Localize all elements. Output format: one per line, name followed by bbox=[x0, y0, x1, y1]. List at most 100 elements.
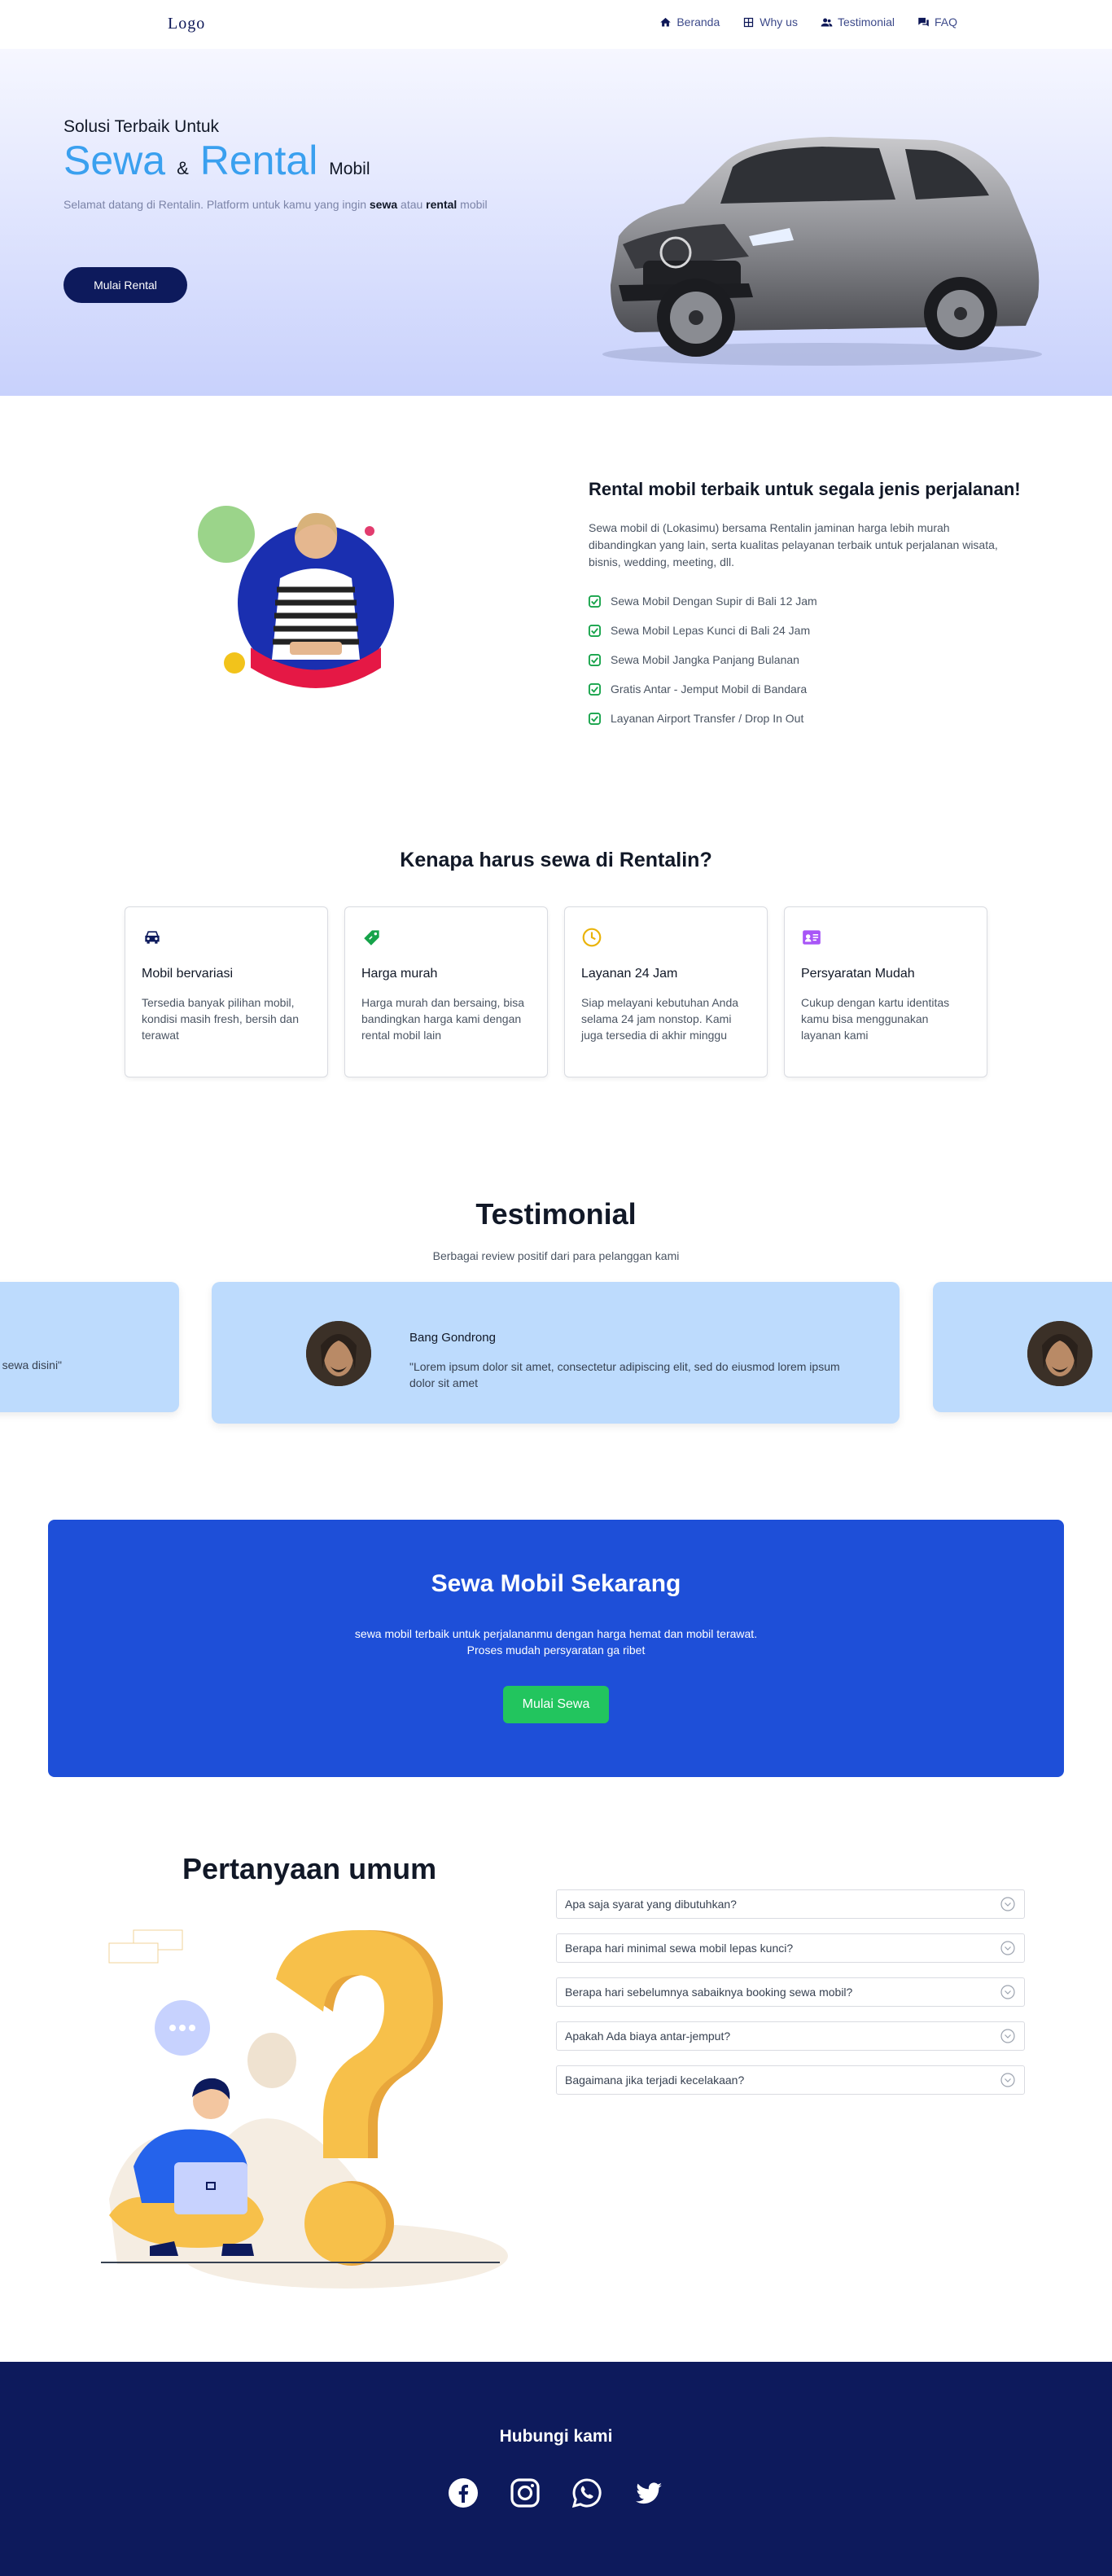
nav-link-beranda[interactable]: Beranda bbox=[659, 15, 720, 29]
why-card-desc: Harga murah dan bersaing, bisa bandingka… bbox=[361, 996, 525, 1042]
about-benefit-list: Sewa Mobil Dengan Supir di Bali 12 Jam S… bbox=[589, 586, 817, 733]
faq-title: Pertanyaan umum bbox=[182, 1852, 437, 1885]
whatsapp-icon bbox=[571, 2478, 602, 2508]
avatar bbox=[306, 1321, 371, 1386]
faq-question: Berapa hari sebelumnya sabaiknya booking… bbox=[565, 1986, 853, 1999]
hero-ampersand: & bbox=[177, 158, 189, 178]
list-item-label: Sewa Mobil Lepas Kunci di Bali 24 Jam bbox=[611, 624, 811, 637]
footer: Hubungi kami bbox=[0, 2362, 1112, 2576]
check-icon bbox=[589, 682, 601, 696]
hero-desc-text: mobil bbox=[457, 198, 488, 211]
chevron-down-icon[interactable] bbox=[1000, 2028, 1016, 2044]
whatsapp-link[interactable] bbox=[571, 2477, 602, 2508]
why-us-title: Kenapa harus sewa di Rentalin? bbox=[400, 849, 712, 871]
faq-question: Apakah Ada biaya antar-jemput? bbox=[565, 2030, 731, 2043]
testimonial-card-next[interactable] bbox=[933, 1282, 1112, 1412]
start-rental-button[interactable]: Mulai Rental bbox=[63, 267, 187, 303]
clock-icon bbox=[582, 928, 602, 947]
id-card-icon bbox=[803, 930, 821, 945]
faq-question: Berapa hari minimal sewa mobil lepas kun… bbox=[565, 1942, 794, 1955]
social-links bbox=[448, 2477, 664, 2508]
list-item: Layanan Airport Transfer / Drop In Out bbox=[589, 704, 817, 733]
chevron-down-icon[interactable] bbox=[1000, 1984, 1016, 2000]
faq-item[interactable]: Berapa hari minimal sewa mobil lepas kun… bbox=[556, 1933, 1025, 1963]
avatar-face bbox=[1027, 1321, 1092, 1386]
chevron-down-icon[interactable] bbox=[1000, 1940, 1016, 1956]
list-item-label: Sewa Mobil Jangka Panjang Bulanan bbox=[611, 653, 799, 666]
faq-item[interactable]: Bagaimana jika terjadi kecelakaan? bbox=[556, 2065, 1025, 2095]
why-card-title: Persyaratan Mudah bbox=[801, 967, 915, 981]
price-tag-icon bbox=[364, 930, 379, 946]
nav-link-faq[interactable]: FAQ bbox=[917, 15, 957, 29]
list-item: Sewa Mobil Jangka Panjang Bulanan bbox=[589, 645, 817, 674]
hero-section: Solusi Terbaik Untuk Sewa & Rental Mobil… bbox=[0, 49, 1112, 396]
question-illustration bbox=[101, 1929, 508, 2289]
woman-illustration bbox=[198, 506, 394, 688]
list-item: Gratis Antar - Jemput Mobil di Bandara bbox=[589, 674, 817, 704]
car-image bbox=[602, 137, 1042, 366]
cta-banner: Sewa Mobil Sekarang sewa mobil terbaik u… bbox=[48, 1520, 1064, 1777]
why-card-price: Harga murah Harga murah dan bersaing, bi… bbox=[344, 906, 548, 1077]
nav-link-label: Why us bbox=[760, 15, 798, 29]
hero-desc-bold: sewa bbox=[369, 198, 398, 211]
testimonial-name: Bang Gondrong bbox=[409, 1331, 496, 1345]
list-item: Sewa Mobil Lepas Kunci di Bali 24 Jam bbox=[589, 616, 817, 645]
about-title: Rental mobil terbaik untuk segala jenis … bbox=[589, 479, 1021, 499]
nav-links: Beranda Why us Testimonial FAQ bbox=[659, 15, 957, 29]
faq-item[interactable]: Apakah Ada biaya antar-jemput? bbox=[556, 2021, 1025, 2051]
hero-word-mobil: Mobil bbox=[329, 160, 370, 178]
faq-list: Apa saja syarat yang dibutuhkan? Berapa … bbox=[556, 1889, 1025, 2109]
why-card-desc: Cukup dengan kartu identitas kamu bisa m… bbox=[801, 996, 950, 1042]
why-card-requirements: Persyaratan Mudah Cukup dengan kartu ide… bbox=[784, 906, 987, 1077]
avatar bbox=[1027, 1321, 1092, 1386]
list-item: Sewa Mobil Dengan Supir di Bali 12 Jam bbox=[589, 586, 817, 616]
why-card-variety: Mobil bervariasi Tersedia banyak pilihan… bbox=[125, 906, 328, 1077]
why-card-24h: Layanan 24 Jam Siap melayani kebutuhan A… bbox=[564, 906, 768, 1077]
hero-desc-text: atau bbox=[397, 198, 427, 211]
list-item-label: Layanan Airport Transfer / Drop In Out bbox=[611, 712, 804, 725]
facebook-icon bbox=[449, 2478, 478, 2508]
chevron-down-icon[interactable] bbox=[1000, 2072, 1016, 2088]
why-card-title: Mobil bervariasi bbox=[142, 967, 234, 981]
check-icon bbox=[589, 624, 601, 637]
faq-item[interactable]: Berapa hari sebelumnya sabaiknya booking… bbox=[556, 1977, 1025, 2007]
start-sewa-button[interactable]: Mulai Sewa bbox=[503, 1686, 609, 1723]
instagram-link[interactable] bbox=[510, 2477, 541, 2508]
chat-icon bbox=[918, 17, 929, 26]
hero-desc-bold: rental bbox=[426, 198, 457, 211]
hero-word-rental: Rental bbox=[199, 138, 318, 183]
hero-description: Selamat datang di Rentalin. Platform unt… bbox=[63, 195, 536, 213]
testimonial-card: Bang Gondrong "Lorem ipsum dolor sit ame… bbox=[212, 1282, 900, 1424]
hero-desc-text: Selamat datang di Rentalin. Platform unt… bbox=[63, 198, 370, 211]
facebook-link[interactable] bbox=[448, 2477, 479, 2508]
about-description: Sewa mobil di (Lokasimu) bersama Rentali… bbox=[589, 521, 998, 568]
cta-title: Sewa Mobil Sekarang bbox=[431, 1570, 681, 1597]
nav-link-label: FAQ bbox=[934, 15, 957, 29]
grid-icon bbox=[744, 17, 754, 27]
nav-link-label: Beranda bbox=[676, 15, 720, 29]
users-icon bbox=[821, 18, 833, 26]
hero-title: Sewa & Rental Mobil bbox=[63, 137, 370, 184]
twitter-icon bbox=[636, 2482, 662, 2504]
chevron-down-icon[interactable] bbox=[1000, 1896, 1016, 1912]
logo[interactable]: Logo bbox=[168, 15, 205, 33]
nav-link-testimonial[interactable]: Testimonial bbox=[821, 15, 895, 29]
check-icon bbox=[589, 653, 601, 666]
twitter-link[interactable] bbox=[633, 2477, 664, 2508]
home-icon bbox=[660, 17, 672, 26]
faq-item[interactable]: Apa saja syarat yang dibutuhkan? bbox=[556, 1889, 1025, 1919]
testimonial-quote: leh sewa disini" bbox=[0, 1358, 63, 1371]
testimonial-subtitle: Berbagai review positif dari para pelang… bbox=[432, 1249, 680, 1262]
avatar-face bbox=[306, 1321, 371, 1386]
testimonial-title: Testimonial bbox=[475, 1197, 637, 1231]
faq-question: Apa saja syarat yang dibutuhkan? bbox=[565, 1898, 737, 1911]
cta-description: sewa mobil terbaik untuk perjalananmu de… bbox=[354, 1627, 758, 1657]
why-us-cards: Mobil bervariasi Tersedia banyak pilihan… bbox=[125, 906, 987, 1077]
testimonial-quote: "Lorem ipsum dolor sit amet, consectetur… bbox=[409, 1360, 840, 1389]
nav-link-why-us[interactable]: Why us bbox=[742, 15, 798, 29]
check-icon bbox=[589, 595, 601, 608]
testimonial-card-prev[interactable]: leh sewa disini" bbox=[0, 1282, 179, 1412]
why-card-desc: Siap melayani kebutuhan Anda selama 24 j… bbox=[581, 996, 739, 1042]
footer-title: Hubungi kami bbox=[499, 2427, 613, 2446]
hero-subtitle: Solusi Terbaik Untuk bbox=[63, 117, 220, 136]
